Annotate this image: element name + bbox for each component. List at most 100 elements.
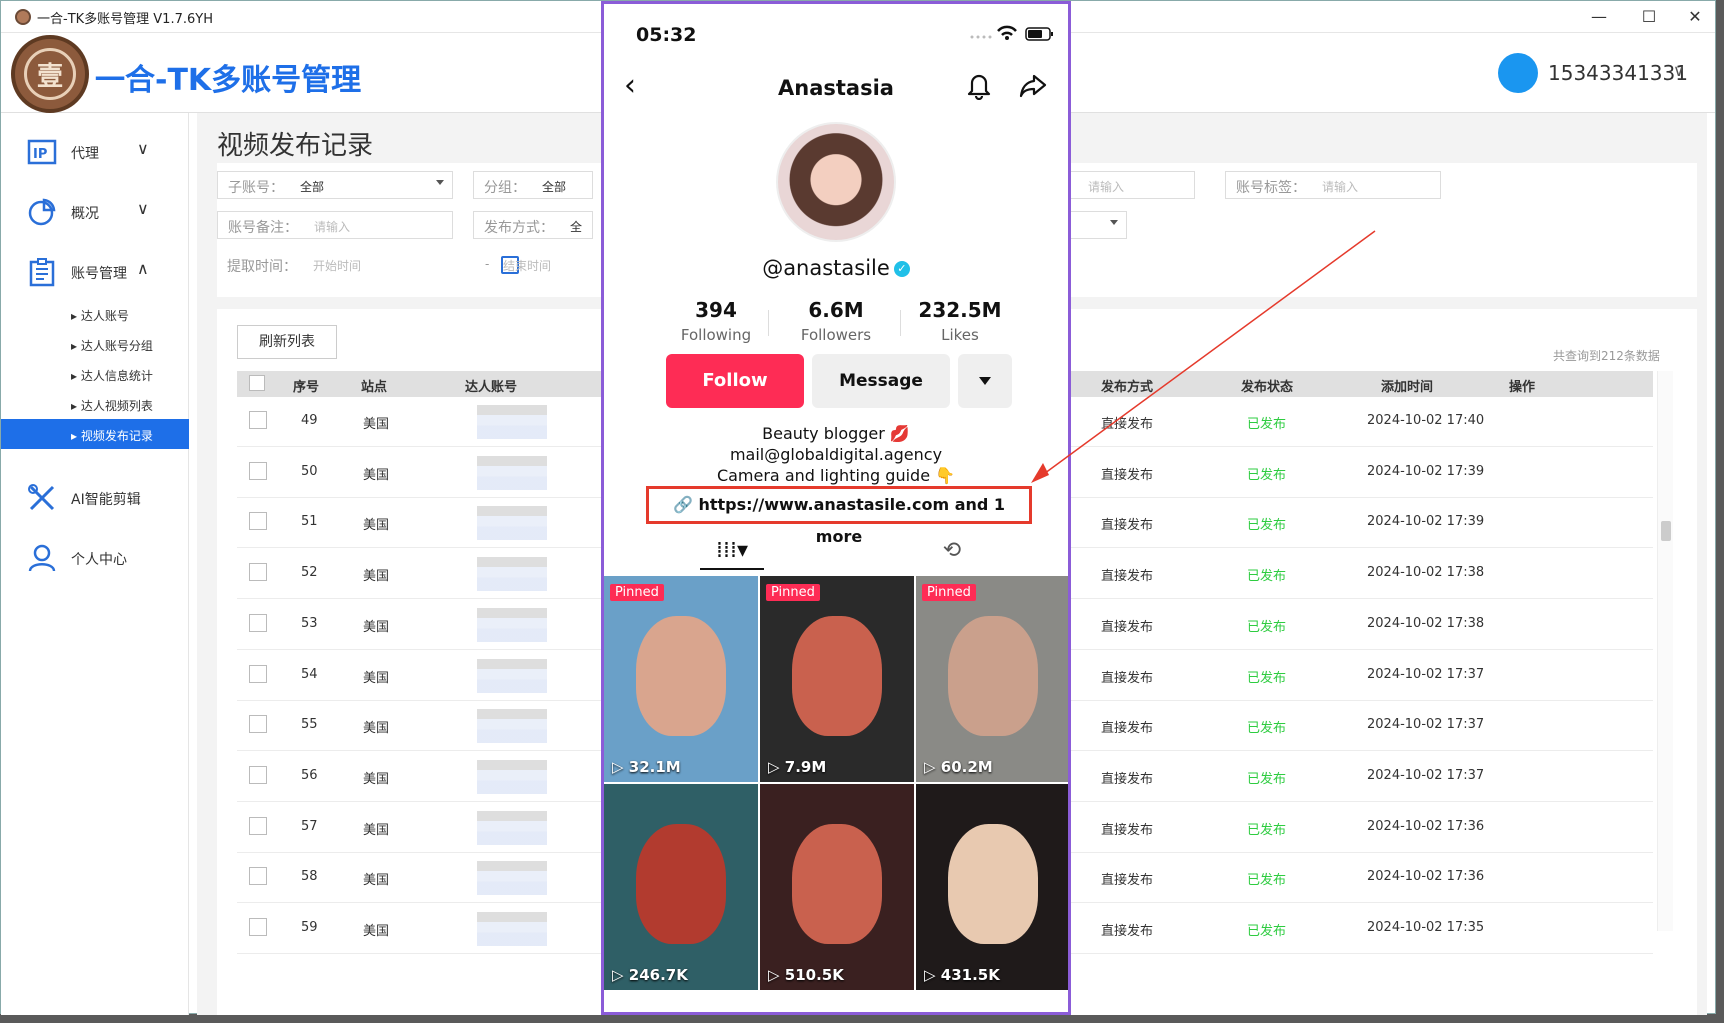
bio-link[interactable]: 🔗 https://www.anastasile.com and 1 more <box>646 486 1032 546</box>
video-thumbnail[interactable]: Pinned ▷ 7.9M <box>760 576 914 782</box>
cell-site: 美国 <box>363 924 390 939</box>
cell-added: 2024-10-02 17:39 <box>1367 463 1485 479</box>
row-checkbox[interactable] <box>249 664 267 683</box>
text-input[interactable]: 请输入 <box>1067 171 1195 199</box>
cell-site: 美国 <box>363 670 390 686</box>
table-scrollbar[interactable] <box>1657 371 1673 931</box>
grid-icon: ⁞⁞⁞▾ <box>715 538 749 563</box>
subnav-label: ▸ 达人视频列表 <box>71 399 153 413</box>
tab-reposts[interactable]: ⟲ <box>932 538 972 570</box>
repost-icon: ⟲ <box>942 538 962 563</box>
video-thumbnail[interactable]: ▷ 431.5K <box>916 784 1068 990</box>
subnav-influencer-accounts[interactable]: ▸ 达人账号 <box>1 299 189 329</box>
cell-status: 已发布 <box>1247 822 1287 838</box>
video-thumbnail[interactable]: ▷ 510.5K <box>760 784 914 990</box>
row-checkbox[interactable] <box>249 411 267 429</box>
cell-method: 直接发布 <box>1101 518 1154 534</box>
sidebar-item-overview[interactable]: 概况 ∨ <box>1 189 189 237</box>
cell-status: 已发布 <box>1247 771 1287 787</box>
sidebar-item-account-mgmt[interactable]: 账号管理 ∧ <box>1 249 189 297</box>
close-icon[interactable]: ✕ <box>1673 5 1717 29</box>
cell-method: 直接发布 <box>1101 924 1154 939</box>
stat-label: Followers <box>800 326 872 344</box>
maximize-icon[interactable]: ☐ <box>1627 5 1671 29</box>
tools-icon <box>27 483 57 513</box>
select-all-checkbox[interactable] <box>249 375 265 391</box>
group-select[interactable]: 分组： 全部 <box>473 171 593 199</box>
stat-value: 232.5M <box>918 298 1002 322</box>
sidebar-item-label: 概况 <box>71 206 99 222</box>
start-time-input[interactable]: 开始时间 <box>313 257 361 274</box>
blurred-account <box>477 912 547 946</box>
view-count: ▷ 32.1M <box>612 758 681 776</box>
field-label: 分组： <box>484 180 526 196</box>
stat-following[interactable]: 394 Following <box>656 298 776 344</box>
row-checkbox[interactable] <box>249 715 267 734</box>
subnav-label: ▸ 视频发布记录 <box>71 429 153 443</box>
subnav-label: ▸ 达人账号分组 <box>71 339 153 353</box>
pinned-badge: Pinned <box>922 584 976 601</box>
cell-method: 直接发布 <box>1101 417 1154 432</box>
account-tag-input[interactable]: 账号标签： 请输入 <box>1225 171 1441 199</box>
pie-chart-icon <box>27 197 57 227</box>
video-thumbnail[interactable]: ▷ 246.7K <box>604 784 758 990</box>
row-checkbox[interactable] <box>249 563 267 582</box>
share-icon[interactable] <box>1018 70 1048 100</box>
message-button[interactable]: Message <box>812 354 950 408</box>
profile-avatar <box>776 122 896 242</box>
end-time-input[interactable]: 结束时间 <box>503 257 551 274</box>
avatar[interactable] <box>1498 53 1538 93</box>
sidebar-item-proxy[interactable]: IP 代理 ∨ <box>1 129 189 177</box>
cell-method: 直接发布 <box>1101 721 1154 737</box>
refresh-button[interactable]: 刷新列表 <box>237 325 337 359</box>
pinned-badge: Pinned <box>766 584 820 601</box>
sub-account-select[interactable]: 子账号： 全部 <box>217 171 453 199</box>
subnav-account-groups[interactable]: ▸ 达人账号分组 <box>1 329 189 359</box>
cell-site: 美国 <box>363 467 390 483</box>
pinned-badge: Pinned <box>610 584 664 601</box>
account-note-input[interactable]: 账号备注： 请输入 <box>217 211 453 239</box>
scrollbar-thumb[interactable] <box>1661 521 1671 541</box>
row-checkbox[interactable] <box>249 816 267 835</box>
bell-icon[interactable] <box>964 70 994 101</box>
user-account[interactable]: 15343341331 <box>1548 61 1688 85</box>
chevron-down-icon: ∨ <box>137 199 149 218</box>
publish-method-select[interactable]: 发布方式： 全 <box>473 211 593 239</box>
sidebar-item-ai-edit[interactable]: AI智能剪辑 <box>1 475 189 523</box>
video-thumbnail[interactable]: Pinned ▷ 32.1M <box>604 576 758 782</box>
row-checkbox[interactable] <box>249 512 267 531</box>
extract-time-range[interactable]: 提取时间： 开始时间 - 结束时间 <box>217 251 593 279</box>
tab-videos[interactable]: ⁞⁞⁞▾ <box>700 538 764 570</box>
cell-site: 美国 <box>363 569 390 585</box>
stat-value: 394 <box>695 298 737 322</box>
follow-button[interactable]: Follow <box>666 354 804 408</box>
video-thumbnail[interactable]: Pinned ▷ 60.2M <box>916 576 1068 782</box>
cell-added: 2024-10-02 17:36 <box>1367 869 1485 885</box>
row-checkbox[interactable] <box>249 867 267 886</box>
view-count: ▷ 431.5K <box>924 966 1000 984</box>
field-placeholder: 请输入 <box>1088 180 1125 194</box>
cell-added: 2024-10-02 17:40 <box>1367 413 1485 428</box>
minimize-icon[interactable]: — <box>1577 5 1621 29</box>
row-checkbox[interactable] <box>249 918 267 936</box>
cell-method: 直接发布 <box>1101 822 1154 838</box>
stat-likes[interactable]: 232.5M Likes <box>900 298 1020 344</box>
chevron-down-icon[interactable]: ∨ <box>1673 61 1685 80</box>
cell-index: 56 <box>301 767 318 783</box>
row-checkbox[interactable] <box>249 461 267 480</box>
brand-logo-icon: 壹 <box>11 35 89 113</box>
row-checkbox[interactable] <box>249 765 267 784</box>
cell-index: 58 <box>301 869 318 885</box>
subnav-info-stats[interactable]: ▸ 达人信息统计 <box>1 359 189 389</box>
col-method: 发布方式 <box>1101 380 1154 395</box>
subnav-publish-records[interactable]: ▸ 视频发布记录 <box>1 419 189 449</box>
field-label: 账号备注： <box>228 220 298 236</box>
page-title: 视频发布记录 <box>217 131 374 161</box>
row-checkbox[interactable] <box>249 613 267 632</box>
sidebar-item-profile[interactable]: 个人中心 <box>1 535 189 583</box>
cell-site: 美国 <box>363 417 390 432</box>
stat-followers[interactable]: 6.6M Followers <box>776 298 896 344</box>
select-dropdown[interactable] <box>1067 211 1127 239</box>
more-options-button[interactable] <box>958 354 1012 408</box>
subnav-video-list[interactable]: ▸ 达人视频列表 <box>1 389 189 419</box>
